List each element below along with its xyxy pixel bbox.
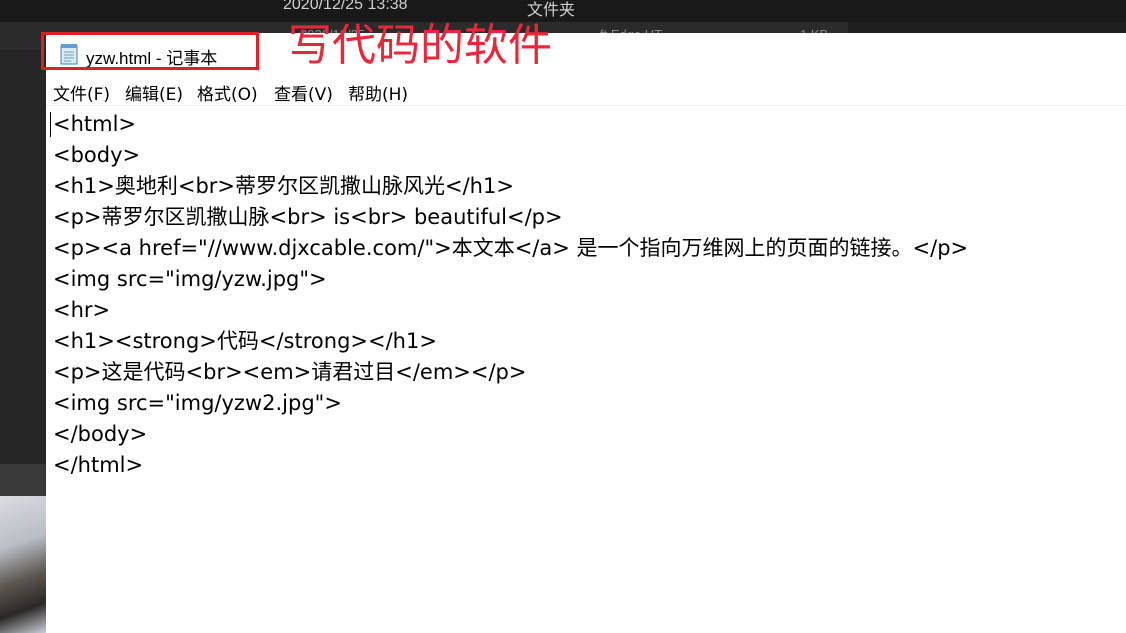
background-type: 文件夹 <box>527 2 576 19</box>
code-line: <p>这是代码<br><em>请君过目</em></p> <box>53 360 527 384</box>
background-strip <box>0 464 46 496</box>
title-highlight-box <box>41 32 259 70</box>
annotation-label: 写代码的软件 <box>288 20 552 71</box>
notepad-window: yzw.html - 记事本 文件(F) 编辑(E) 格式(O) 查看(V) 帮… <box>46 33 1126 633</box>
menu-help[interactable]: 帮助(H) <box>348 80 408 105</box>
background-explorer-header: 2020/12/25 13:38 文件夹 <box>0 0 1126 22</box>
code-line: <p>蒂罗尔区凯撒山脉<br> is<br> beautiful</p> <box>53 205 563 229</box>
menu-file[interactable]: 文件(F) <box>53 80 110 105</box>
code-line: <hr> <box>53 298 111 322</box>
text-caret <box>50 112 51 137</box>
code-line: <h1><strong>代码</strong></h1> <box>53 329 437 353</box>
menu-format[interactable]: 格式(O) <box>197 80 258 105</box>
background-sidebar <box>0 50 46 464</box>
code-line: </html> <box>53 453 144 477</box>
code-line: <img src="img/yzw.jpg"> <box>53 267 327 291</box>
menu-edit[interactable]: 编辑(E) <box>125 80 183 105</box>
code-line: </body> <box>53 422 148 446</box>
code-line: <h1>奥地利<br>蒂罗尔区凯撒山脉风光</h1> <box>53 174 514 198</box>
background-date: 2020/12/25 13:38 <box>283 0 408 13</box>
code-line: <body> <box>53 143 141 167</box>
background-photo-thumbnail <box>0 496 46 633</box>
menu-bar: 文件(F) 编辑(E) 格式(O) 查看(V) 帮助(H) <box>46 77 1126 106</box>
code-line: <html> <box>53 112 137 136</box>
code-line: <p><a href="//www.djxcable.com/">本文本</a>… <box>53 236 969 260</box>
menu-view[interactable]: 查看(V) <box>274 80 333 105</box>
text-editor-area[interactable]: <html> <body> <h1>奥地利<br>蒂罗尔区凯撒山脉风光</h1>… <box>46 109 1126 633</box>
code-line: <img src="img/yzw2.jpg"> <box>53 391 342 415</box>
